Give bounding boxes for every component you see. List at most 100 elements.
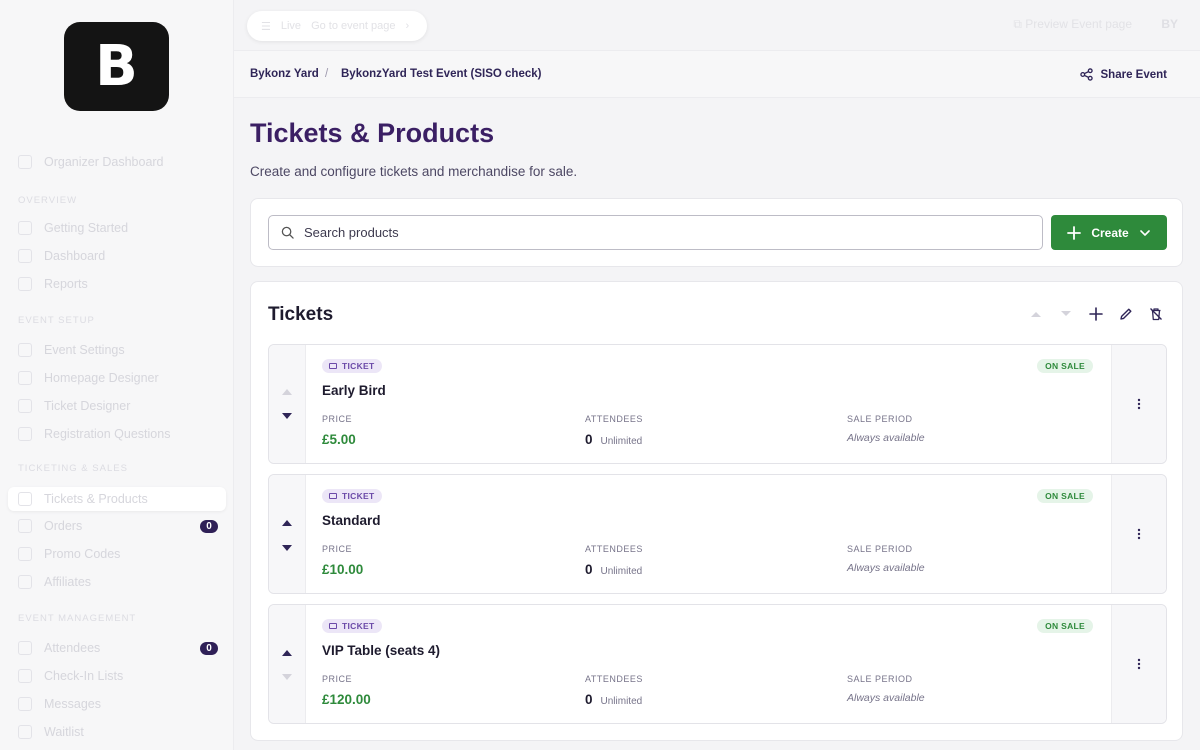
sidebar-item-homepage-designer[interactable]: Homepage Designer <box>8 366 226 390</box>
price-label: PRICE <box>322 414 353 424</box>
status-badge: ON SALE <box>1037 619 1093 633</box>
sidebar-item-getting-started[interactable]: Getting Started <box>8 216 226 240</box>
sort-down-button[interactable] <box>1058 306 1074 322</box>
breadcrumb-event[interactable]: BykonzYard Test Event (SISO check) <box>341 68 541 80</box>
ticket-attendees: 0 Unlimited <box>585 432 642 447</box>
ticket-type-label: TICKET <box>342 621 375 631</box>
sidebar-item-messages[interactable]: Messages <box>8 692 226 716</box>
move-up-icon[interactable] <box>282 389 292 395</box>
settings-icon <box>18 343 32 357</box>
sidebar-item-label: Affiliates <box>44 575 92 589</box>
attendee-count: 0 <box>585 562 593 577</box>
sidebar-item-label: Waitlist <box>44 725 84 739</box>
plus-icon <box>1089 307 1103 321</box>
delete-category-button[interactable] <box>1148 306 1164 322</box>
sidebar-item-ticket-designer[interactable]: Ticket Designer <box>8 394 226 418</box>
sale-period-label: SALE PERIOD <box>847 674 913 684</box>
move-up-icon[interactable] <box>282 520 292 526</box>
search-box[interactable] <box>268 215 1043 250</box>
avatar[interactable]: BY <box>1161 17 1178 31</box>
link-icon <box>18 575 32 589</box>
share-icon <box>1079 68 1093 81</box>
edit-category-button[interactable] <box>1118 306 1134 322</box>
users-icon <box>18 641 32 655</box>
sidebar-section-title: EVENT SETUP <box>18 315 95 326</box>
preview-event-link[interactable]: ⧉ Preview Event page <box>1013 17 1132 32</box>
ticket-type-tag: TICKET <box>322 359 382 373</box>
star-icon <box>18 221 32 235</box>
ticket-name: VIP Table (seats 4) <box>322 643 441 658</box>
sale-period-value: Always available <box>847 692 925 704</box>
ticket-actions-button[interactable] <box>1111 475 1166 593</box>
sidebar-item-event-settings[interactable]: Event Settings <box>8 338 226 362</box>
move-down-icon[interactable] <box>282 545 292 551</box>
move-up-icon[interactable] <box>282 650 292 656</box>
sidebar-item-label: Check-In Lists <box>44 669 124 683</box>
sidebar-item-dashboard[interactable]: Dashboard <box>8 244 226 268</box>
count-badge: 0 <box>200 641 218 655</box>
sidebar-item-orders[interactable]: Orders 0 <box>8 514 226 538</box>
ticket-price: £10.00 <box>322 562 364 577</box>
sidebar-item-attendees[interactable]: Attendees 0 <box>8 636 226 660</box>
ticket-type-tag: TICKET <box>322 619 382 633</box>
ticket-row[interactable]: TICKET ON SALE Standard PRICE ATTENDEES … <box>268 474 1167 594</box>
page-subtitle: Create and configure tickets and merchan… <box>250 164 578 179</box>
back-arrow-icon <box>18 155 32 169</box>
ticket-icon <box>18 492 32 506</box>
chevron-down-icon <box>1139 229 1150 236</box>
external-link-icon: ⧉ <box>1013 17 1026 31</box>
sidebar-item-label: Getting Started <box>44 221 129 235</box>
price-label: PRICE <box>322 544 353 554</box>
create-button[interactable]: Create <box>1051 215 1167 250</box>
sidebar-item-promo-codes[interactable]: Promo Codes <box>8 542 226 566</box>
search-input[interactable] <box>304 225 904 240</box>
environment-label: Live <box>280 20 302 32</box>
brand-logo[interactable]: B <box>64 22 169 111</box>
ticket-icon <box>18 399 32 413</box>
sale-period-value: Always available <box>847 432 925 444</box>
sidebar-item-registration-questions[interactable]: Registration Questions <box>8 422 226 446</box>
tickets-card: Tickets TICKET ON SALE Early Bird PRICE … <box>250 281 1183 741</box>
sidebar-item-tickets-products[interactable]: Tickets & Products <box>8 487 226 511</box>
add-ticket-button[interactable] <box>1088 306 1104 322</box>
sidebar-item-waitlist[interactable]: Waitlist <box>8 720 226 744</box>
breadcrumb-org[interactable]: Bykonz Yard <box>250 68 319 80</box>
share-event-button[interactable]: Share Event <box>1079 68 1167 81</box>
ticket-actions-button[interactable] <box>1111 345 1166 463</box>
breadcrumb-bar: Bykonz Yard / BykonzYard Test Event (SIS… <box>234 50 1200 98</box>
ticket-type-tag: TICKET <box>322 489 382 503</box>
sidebar-item-reports[interactable]: Reports <box>8 272 226 296</box>
attendees-label: ATTENDEES <box>585 544 643 554</box>
ticket-row[interactable]: TICKET ON SALE Early Bird PRICE ATTENDEE… <box>268 344 1167 464</box>
sidebar-item-check-in-lists[interactable]: Check-In Lists <box>8 664 226 688</box>
preview-label: Preview Event page <box>1025 17 1132 31</box>
cart-icon <box>18 519 32 533</box>
move-down-icon[interactable] <box>282 413 292 419</box>
ticket-row[interactable]: TICKET ON SALE VIP Table (seats 4) PRICE… <box>268 604 1167 724</box>
reorder-handle <box>269 605 306 723</box>
count-badge: 0 <box>200 519 218 533</box>
reorder-handle <box>269 475 306 593</box>
sidebar-item-label: Event Settings <box>44 343 125 357</box>
search-card: Create <box>250 198 1183 267</box>
environment-switcher[interactable]: ☰ Live Go to event page › <box>247 11 427 41</box>
sidebar-item-affiliates[interactable]: Affiliates <box>8 570 226 594</box>
logo-letter: B <box>95 34 138 99</box>
move-down-icon[interactable] <box>282 674 292 680</box>
caret-up-icon <box>1031 312 1041 317</box>
ticket-price: £5.00 <box>322 432 356 447</box>
sidebar-item-organizer-dashboard[interactable]: Organizer Dashboard <box>8 150 226 174</box>
clock-icon <box>18 725 32 739</box>
create-button-label: Create <box>1091 225 1129 240</box>
more-vertical-icon <box>1137 398 1141 410</box>
sort-up-button[interactable] <box>1028 306 1044 322</box>
attendee-limit: Unlimited <box>600 696 643 707</box>
attendee-limit: Unlimited <box>600 566 643 577</box>
sidebar-item-label: Attendees <box>44 641 101 655</box>
page-title: Tickets & Products <box>250 118 495 148</box>
attendees-label: ATTENDEES <box>585 414 643 424</box>
more-vertical-icon <box>1137 658 1141 670</box>
reorder-handle <box>269 345 306 463</box>
ticket-actions-button[interactable] <box>1111 605 1166 723</box>
sale-period-value: Always available <box>847 562 925 574</box>
